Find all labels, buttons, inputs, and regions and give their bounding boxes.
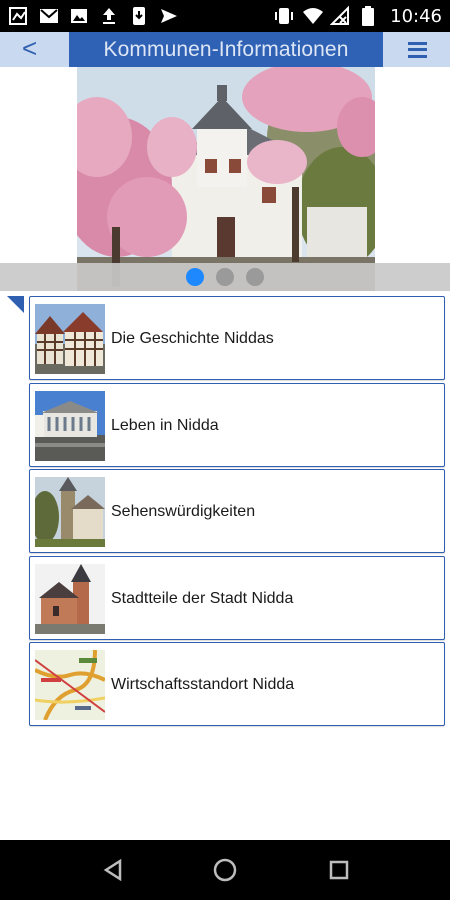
list-item-label: Wirtschaftsstandort Nidda — [111, 676, 295, 693]
clock: 10:46 — [390, 5, 442, 27]
list-item-label: Sehenswürdigkeiten — [111, 503, 256, 520]
download-icon — [128, 5, 150, 27]
no-signal-icon — [329, 5, 350, 27]
slider-dot-3[interactable] — [246, 268, 264, 286]
list-item-label: Die Geschichte Niddas — [111, 330, 274, 347]
list-item-leben[interactable]: Leben in Nidda — [29, 382, 445, 467]
nav-back-icon[interactable] — [100, 857, 126, 883]
list-item-geschichte[interactable]: Die Geschichte Niddas — [29, 296, 445, 380]
wifi-icon — [302, 5, 324, 27]
list-item-wirtschaftsstandort[interactable]: Wirtschaftsstandort Nidda — [29, 642, 445, 726]
menu-button[interactable] — [384, 32, 450, 67]
page-title: Kommunen-Informationen — [69, 32, 383, 67]
slider-pagination — [0, 265, 450, 289]
image-slider[interactable] — [0, 67, 450, 291]
map-icon — [8, 5, 30, 27]
list-item-label: Leben in Nidda — [111, 416, 219, 434]
castle-with-blossom-trees-photo — [77, 67, 375, 291]
vibrate-icon — [274, 5, 294, 27]
list-item-sehenswuerdigkeiten[interactable]: Sehenswürdigkeiten — [29, 469, 445, 553]
upload-icon — [98, 5, 120, 27]
hamburger-menu-icon — [407, 41, 427, 58]
church-tower-photo — [35, 477, 105, 547]
corner-marker — [7, 296, 24, 313]
notification-icons — [8, 5, 180, 27]
village-church-photo — [35, 563, 105, 634]
gmail-icon — [38, 5, 60, 27]
app-header: < Kommunen-Informationen — [0, 32, 450, 67]
system-icons: 10:46 — [274, 5, 442, 27]
info-list: Die Geschichte Niddas Leben in Nidda Seh… — [29, 296, 445, 729]
send-icon — [158, 5, 180, 27]
back-button[interactable]: < — [0, 32, 68, 67]
nav-recents-icon[interactable] — [326, 857, 352, 883]
nav-home-icon[interactable] — [212, 857, 238, 883]
slider-dot-2[interactable] — [216, 268, 234, 286]
list-item-label: Stadtteile der Stadt Nidda — [111, 589, 294, 607]
system-nav-bar — [0, 840, 450, 900]
list-item-stadtteile[interactable]: Stadtteile der Stadt Nidda — [29, 555, 445, 640]
half-timbered-houses-photo — [35, 304, 105, 374]
battery-icon — [358, 5, 378, 27]
image-icon — [68, 5, 90, 27]
regional-map-photo — [35, 650, 105, 720]
status-bar: 10:46 — [0, 0, 450, 32]
town-square-photo — [35, 390, 105, 461]
slider-dot-1[interactable] — [186, 268, 204, 286]
